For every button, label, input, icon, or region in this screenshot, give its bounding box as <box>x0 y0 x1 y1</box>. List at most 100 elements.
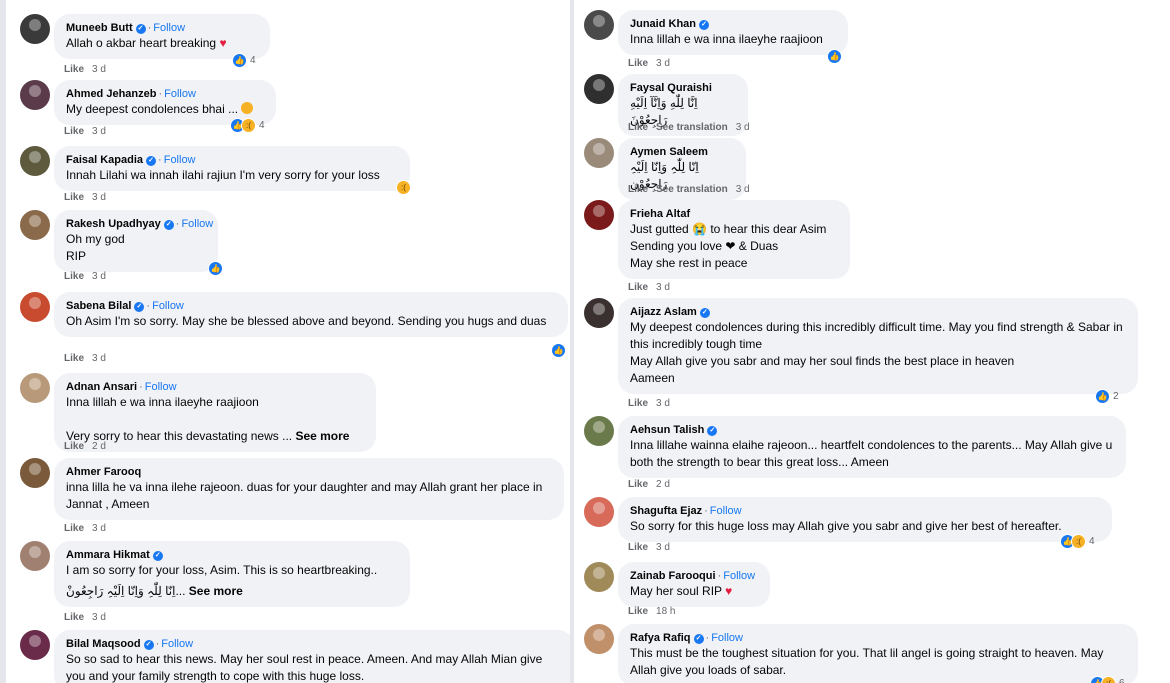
like-button[interactable]: Like <box>628 282 648 293</box>
commenter-name[interactable]: Faisal Kapadia <box>66 154 143 166</box>
avatar[interactable] <box>20 80 50 110</box>
comment-bubble: Aijazz Aslam ✓ My deepest condolences dur… <box>618 298 1138 394</box>
commenter-name[interactable]: Aymen Saleem <box>630 146 708 158</box>
avatar[interactable] <box>20 373 50 403</box>
commenter-name[interactable]: Rafya Rafiq <box>630 632 691 644</box>
avatar[interactable] <box>20 292 50 322</box>
reaction-count: 4 <box>250 54 256 66</box>
avatar[interactable] <box>584 624 614 654</box>
follow-link[interactable]: Follow <box>181 218 213 230</box>
like-button[interactable]: Like <box>64 271 84 282</box>
reactions-summary[interactable]: 👍 2 <box>1095 388 1119 404</box>
see-more-link[interactable]: See more <box>295 429 349 443</box>
timestamp[interactable]: 3 d <box>656 542 670 553</box>
comment-bubble: Ammara Hikmat ✓ I am so sorry for your lo… <box>54 541 410 607</box>
avatar[interactable] <box>584 74 614 104</box>
timestamp[interactable]: 18 h <box>656 606 675 617</box>
follow-link[interactable]: Follow <box>145 381 177 393</box>
avatar[interactable] <box>584 138 614 168</box>
avatar[interactable] <box>20 14 50 44</box>
timestamp[interactable]: 3 d <box>92 64 106 75</box>
avatar[interactable] <box>20 458 50 488</box>
reactions-summary[interactable]: 👍:(4 <box>230 117 265 133</box>
commenter-name[interactable]: Aehsun Talish <box>630 424 704 436</box>
heart-emoji-icon: ♥ <box>219 36 227 50</box>
avatar[interactable] <box>584 10 614 40</box>
like-button[interactable]: Like <box>64 126 84 137</box>
timestamp[interactable]: 3 d <box>92 353 106 364</box>
like-button[interactable]: Like <box>628 542 648 553</box>
avatar[interactable] <box>584 200 614 230</box>
follow-link[interactable]: Follow <box>711 632 743 644</box>
see-translation-link[interactable]: See translation <box>656 184 728 195</box>
timestamp[interactable]: 3 d <box>92 192 106 203</box>
avatar[interactable] <box>20 541 50 571</box>
reactions-summary[interactable]: 👍:(4 <box>1060 533 1095 549</box>
follow-link[interactable]: Follow <box>164 154 196 166</box>
like-button[interactable]: Like <box>64 192 84 203</box>
like-button[interactable]: Like <box>628 479 648 490</box>
timestamp[interactable]: 3 d <box>736 184 750 195</box>
avatar[interactable] <box>584 562 614 592</box>
follow-link[interactable]: Follow <box>164 88 196 100</box>
follow-link[interactable]: Follow <box>723 570 755 582</box>
see-more-link[interactable]: See more <box>189 584 243 598</box>
like-button[interactable]: Like <box>64 441 84 452</box>
like-button[interactable]: Like <box>64 612 84 623</box>
timestamp[interactable]: 2 d <box>656 479 670 490</box>
reactions-summary[interactable]: :( <box>396 179 411 195</box>
sad-reaction-icon: :( <box>1071 533 1086 549</box>
timestamp[interactable]: 3 d <box>656 398 670 409</box>
follow-link[interactable]: Follow <box>161 638 193 650</box>
commenter-name[interactable]: Rakesh Upadhyay <box>66 218 161 230</box>
reactions-summary[interactable]: 👍:(6 <box>1090 675 1125 683</box>
commenter-name[interactable]: Shagufta Ejaz <box>630 505 702 517</box>
commenter-name[interactable]: Ahmer Farooq <box>66 466 141 478</box>
like-button[interactable]: Like <box>628 58 648 69</box>
commenter-name[interactable]: Zainab Farooqui <box>630 570 716 582</box>
timestamp[interactable]: 2 d <box>92 441 106 452</box>
commenter-name[interactable]: Bilal Maqsood <box>66 638 141 650</box>
comment-bubble: Aehsun Talish ✓ Inna lillahe wainna elaih… <box>618 416 1126 478</box>
comment-bubble: Rafya Rafiq ✓ · Follow This must be the tou… <box>618 624 1138 683</box>
commenter-name[interactable]: Aijazz Aslam <box>630 306 697 318</box>
timestamp[interactable]: 3 d <box>92 271 106 282</box>
commenter-name[interactable]: Ahmed Jehanzeb <box>66 88 156 100</box>
reactions-summary[interactable]: 👍 4 <box>232 52 256 68</box>
like-reaction-icon: 👍 <box>232 52 247 68</box>
avatar[interactable] <box>584 416 614 446</box>
avatar[interactable] <box>20 630 50 660</box>
see-translation-link[interactable]: See translation <box>656 122 728 133</box>
follow-link[interactable]: Follow <box>710 505 742 517</box>
like-button[interactable]: Like <box>64 353 84 364</box>
timestamp[interactable]: 3 d <box>92 126 106 137</box>
timestamp[interactable]: 3 d <box>656 282 670 293</box>
avatar[interactable] <box>20 146 50 176</box>
like-button[interactable]: Like <box>628 184 648 195</box>
commenter-name[interactable]: Frieha Altaf <box>630 208 690 220</box>
avatar[interactable] <box>584 298 614 328</box>
like-button[interactable]: Like <box>64 64 84 75</box>
reactions-summary[interactable]: 👍 <box>551 342 566 358</box>
reactions-summary[interactable]: 👍 <box>208 260 223 276</box>
like-button[interactable]: Like <box>64 523 84 534</box>
commenter-name[interactable]: Muneeb Butt <box>66 22 133 34</box>
timestamp[interactable]: 3 d <box>736 122 750 133</box>
follow-link[interactable]: Follow <box>152 300 184 312</box>
avatar[interactable] <box>20 210 50 240</box>
reactions-summary[interactable]: 👍 <box>827 48 842 64</box>
timestamp[interactable]: 3 d <box>92 523 106 534</box>
commenter-name[interactable]: Adnan Ansari <box>66 381 137 393</box>
timestamp[interactable]: 3 d <box>656 58 670 69</box>
like-button[interactable]: Like <box>628 122 648 133</box>
like-button[interactable]: Like <box>628 606 648 617</box>
comment-bubble: Ahmer Farooq inna lilla he va inna ilehe… <box>54 458 564 520</box>
avatar[interactable] <box>584 497 614 527</box>
commenter-name[interactable]: Ammara Hikmat <box>66 549 150 561</box>
commenter-name[interactable]: Junaid Khan <box>630 18 696 30</box>
commenter-name[interactable]: Sabena Bilal <box>66 300 131 312</box>
commenter-name[interactable]: Faysal Quraishi <box>630 82 712 94</box>
like-button[interactable]: Like <box>628 398 648 409</box>
follow-link[interactable]: Follow <box>153 22 185 34</box>
timestamp[interactable]: 3 d <box>92 612 106 623</box>
